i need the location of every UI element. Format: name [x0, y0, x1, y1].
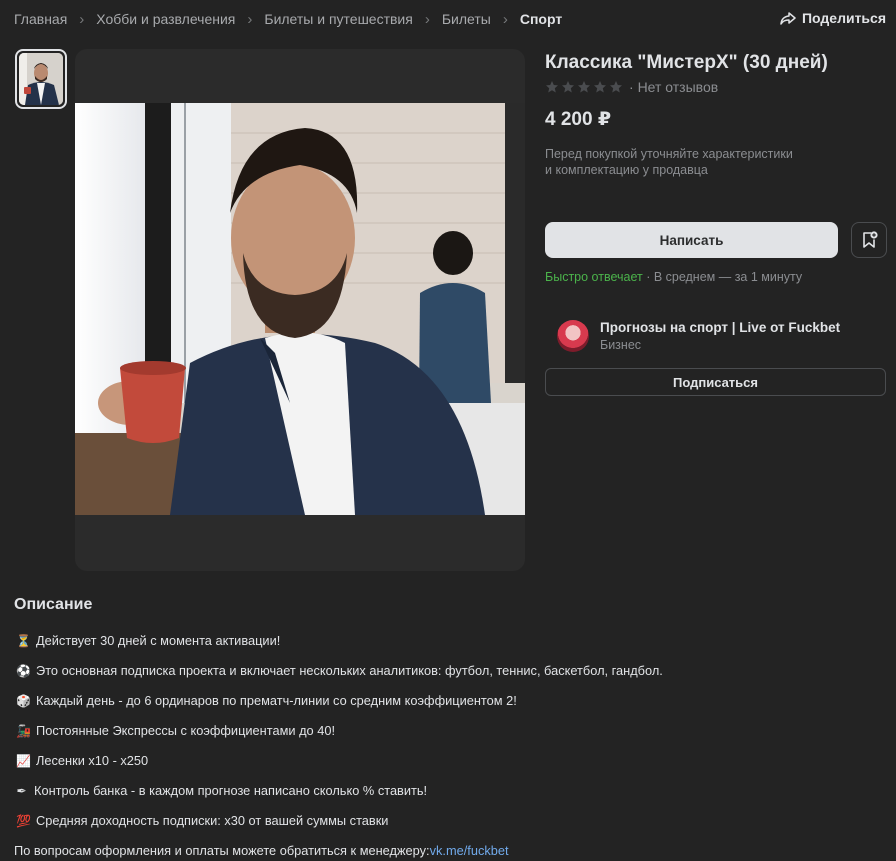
product-price: 4 200 ₽	[545, 109, 612, 130]
description-line: 🚂 Постоянные Экспрессы с коэффициентами …	[16, 723, 335, 738]
contact-line: По вопросам оформления и оплаты можете о…	[14, 843, 509, 858]
soccer-ball-icon: ⚽	[16, 663, 31, 678]
rating-row: · Нет отзывов	[545, 79, 718, 95]
star-empty-icon	[610, 81, 622, 93]
purchase-note-line1: Перед покупкой уточняйте характеристики	[545, 147, 793, 161]
description-line: 🎲 Каждый день - до 6 ординаров по премат…	[16, 693, 517, 708]
description-line: 💯 Средняя доходность подписки: x30 от ва…	[16, 813, 388, 828]
description-text: Средняя доходность подписки: x30 от ваше…	[36, 813, 389, 828]
description-line: ⏳ Действует 30 дней с момента активации!	[16, 633, 280, 648]
rating-dot: ·	[629, 79, 638, 95]
seller-card[interactable]: Прогнозы на спорт | Live от Fuckbet Бизн…	[557, 320, 840, 352]
breadcrumb-home[interactable]: Главная	[14, 11, 67, 27]
description-heading: Описание	[14, 596, 93, 613]
seller-type: Бизнес	[600, 338, 642, 352]
reviews-count[interactable]: Нет отзывов	[638, 79, 719, 95]
purchase-note-line2: и комплектацию у продавца	[545, 163, 708, 177]
share-label: Поделиться	[801, 10, 886, 26]
seller-name[interactable]: Прогнозы на спорт | Live от Fuckbet	[600, 320, 840, 335]
description-text: Постоянные Экспрессы с коэффициентами до…	[36, 723, 336, 738]
avatar[interactable]	[557, 320, 589, 352]
product-title: Классика "МистерХ" (30 дней)	[545, 52, 828, 73]
gallery-thumbnail[interactable]	[15, 49, 67, 109]
breadcrumb-tickets[interactable]: Билеты	[442, 11, 491, 27]
manager-link[interactable]: vk.me/fuckbet	[430, 843, 509, 858]
purchase-note: Перед покупкой уточняйте характеристики …	[545, 146, 835, 178]
hundred-points-icon: 💯	[16, 813, 31, 828]
chevron-right-icon: ›	[424, 10, 430, 28]
star-empty-icon	[546, 81, 558, 93]
breadcrumb-tickets-travel[interactable]: Билеты и путешествия	[264, 11, 412, 27]
response-time: Быстро отвечает · В среднем — за 1 минут…	[545, 270, 802, 284]
description-line: ⚽ Это основная подписка проекта и включа…	[16, 663, 663, 678]
bookmark-add-icon	[863, 231, 878, 248]
description-text: Каждый день - до 6 ординаров по прематч-…	[36, 693, 517, 708]
chevron-right-icon: ›	[502, 10, 508, 28]
breadcrumb-hobby[interactable]: Хобби и развлечения	[96, 11, 235, 27]
bookmark-button[interactable]	[851, 222, 887, 258]
train-icon: 🚂	[16, 723, 31, 738]
breadcrumb: Главная › Хобби и развлечения › Билеты и…	[14, 10, 562, 28]
dice-icon: 🎲	[16, 693, 31, 708]
image-viewer[interactable]	[75, 49, 525, 571]
description-line: 📈 Лесенки x10 - x250	[16, 753, 148, 768]
star-empty-icon	[578, 81, 590, 93]
description-text: Действует 30 дней с момента активации!	[36, 633, 281, 648]
breadcrumb-sport: Спорт	[519, 11, 563, 27]
thumbnail-image	[19, 53, 63, 105]
contact-text: По вопросам оформления и оплаты можете о…	[14, 843, 430, 858]
description-text: Это основная подписка проекта и включает…	[36, 663, 663, 678]
rating-stars	[545, 80, 623, 94]
description-line: ✒ Контроль банка - в каждом прогнозе нап…	[14, 783, 427, 798]
avg-response-label: · В среднем — за 1 минуту	[642, 270, 803, 284]
fast-response-label: Быстро отвечает	[545, 270, 643, 284]
chevron-right-icon: ›	[79, 10, 85, 28]
star-empty-icon	[594, 81, 606, 93]
star-empty-icon	[562, 81, 574, 93]
subscribe-button[interactable]: Подписаться	[545, 368, 886, 396]
description-text: Лесенки x10 - x250	[36, 753, 149, 768]
share-button[interactable]: Поделиться	[780, 10, 886, 26]
write-button[interactable]: Написать	[545, 222, 838, 258]
chevron-right-icon: ›	[247, 10, 253, 28]
share-icon	[780, 12, 796, 25]
description-text: Контроль банка - в каждом прогнозе напис…	[34, 783, 428, 798]
product-photo	[75, 103, 525, 515]
chart-increasing-icon: 📈	[16, 753, 31, 768]
pen-icon: ✒	[16, 783, 27, 798]
hourglass-icon: ⏳	[16, 633, 31, 648]
